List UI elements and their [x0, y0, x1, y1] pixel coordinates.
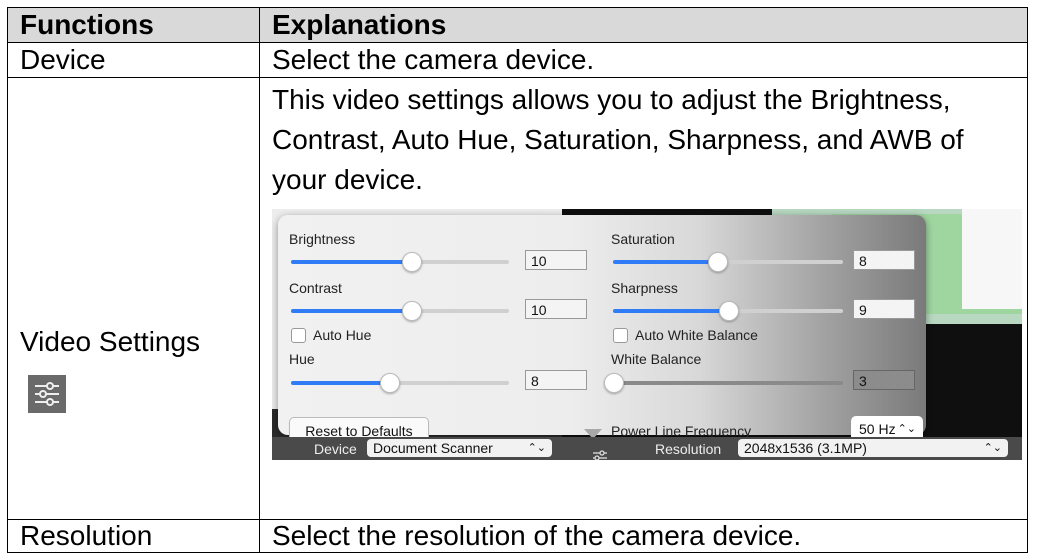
contrast-fill [291, 309, 411, 313]
saturation-label: Saturation [611, 231, 675, 247]
white-balance-value[interactable]: 3 [853, 370, 915, 390]
auto-white-balance-label: Auto White Balance [635, 327, 758, 343]
function-video-settings: Video Settings [20, 326, 201, 357]
video-settings-popover: Brightness 10 Contrast 10 Auto Hue Hue 8… [278, 215, 926, 445]
table-row: Resolution Select the resolution of the … [7, 519, 1028, 553]
page: Functions Explanations Device Select the… [0, 0, 1038, 553]
device-select-value: Document Scanner [373, 440, 493, 456]
hue-slider[interactable] [291, 373, 509, 393]
explanation-video-settings-cell: This video settings allows you to adjust… [259, 77, 1028, 520]
resolution-select[interactable]: 2048x1536 (3.1MP) ⌃⌄ [738, 439, 1008, 457]
white-balance-knob[interactable] [604, 373, 624, 393]
hue-fill [291, 381, 390, 385]
brightness-value[interactable]: 10 [525, 250, 587, 270]
header-functions: Functions [7, 7, 260, 43]
functions-table: Functions Explanations Device Select the… [7, 7, 1028, 553]
chevron-updown-icon: ⌃⌄ [527, 442, 546, 454]
device-select[interactable]: Document Scanner ⌃⌄ [367, 439, 552, 457]
power-line-frequency-value: 50 Hz [859, 421, 896, 437]
explanation-video-settings: This video settings allows you to adjust… [272, 84, 964, 195]
contrast-label: Contrast [289, 280, 342, 296]
table-header-row: Functions Explanations [7, 7, 1028, 43]
contrast-slider[interactable] [291, 301, 509, 321]
auto-hue-label: Auto Hue [313, 327, 372, 343]
camera-preview-sheet [962, 209, 1022, 309]
chevron-updown-icon: ⌃⌄ [983, 442, 1002, 454]
saturation-fill [613, 260, 717, 264]
white-balance-label: White Balance [611, 351, 702, 367]
saturation-knob[interactable] [707, 252, 728, 272]
white-balance-slider[interactable] [604, 373, 843, 393]
device-label: Device [314, 441, 357, 457]
video-settings-sliders-icon[interactable] [590, 440, 610, 460]
video-settings-screenshot: Brightness 10 Contrast 10 Auto Hue Hue 8… [272, 209, 1022, 460]
brightness-knob[interactable] [401, 252, 422, 272]
brightness-slider[interactable] [291, 252, 509, 272]
explanation-resolution: Select the resolution of the camera devi… [259, 519, 1028, 553]
sharpness-fill [613, 309, 728, 313]
table-row: Video Settings This video settings allow… [7, 77, 1028, 520]
function-video-settings-cell: Video Settings [7, 77, 260, 520]
sharpness-slider[interactable] [613, 301, 843, 321]
function-resolution: Resolution [7, 519, 260, 553]
auto-hue-checkbox[interactable] [291, 328, 306, 343]
hue-knob[interactable] [380, 373, 401, 393]
resolution-select-value: 2048x1536 (3.1MP) [744, 440, 867, 456]
function-device: Device [7, 42, 260, 78]
contrast-knob[interactable] [401, 301, 422, 321]
hue-value[interactable]: 8 [525, 370, 587, 390]
sliders-icon [28, 375, 66, 413]
sharpness-value[interactable]: 9 [853, 299, 915, 319]
header-explanations: Explanations [259, 7, 1028, 43]
brightness-label: Brightness [289, 231, 356, 247]
hue-label: Hue [289, 351, 315, 367]
sharpness-knob[interactable] [719, 301, 739, 321]
explanation-device: Select the camera device. [259, 42, 1028, 78]
saturation-slider[interactable] [613, 252, 843, 272]
sharpness-label: Sharpness [611, 280, 678, 296]
contrast-value[interactable]: 10 [525, 299, 587, 319]
auto-white-balance-checkbox[interactable] [613, 328, 628, 343]
saturation-value[interactable]: 8 [853, 250, 915, 270]
table-row: Device Select the camera device. [7, 42, 1028, 78]
brightness-fill [291, 260, 411, 264]
resolution-label: Resolution [655, 441, 722, 457]
bottom-toolbar: Device Document Scanner ⌃⌄ Resolution 20… [272, 437, 1022, 460]
